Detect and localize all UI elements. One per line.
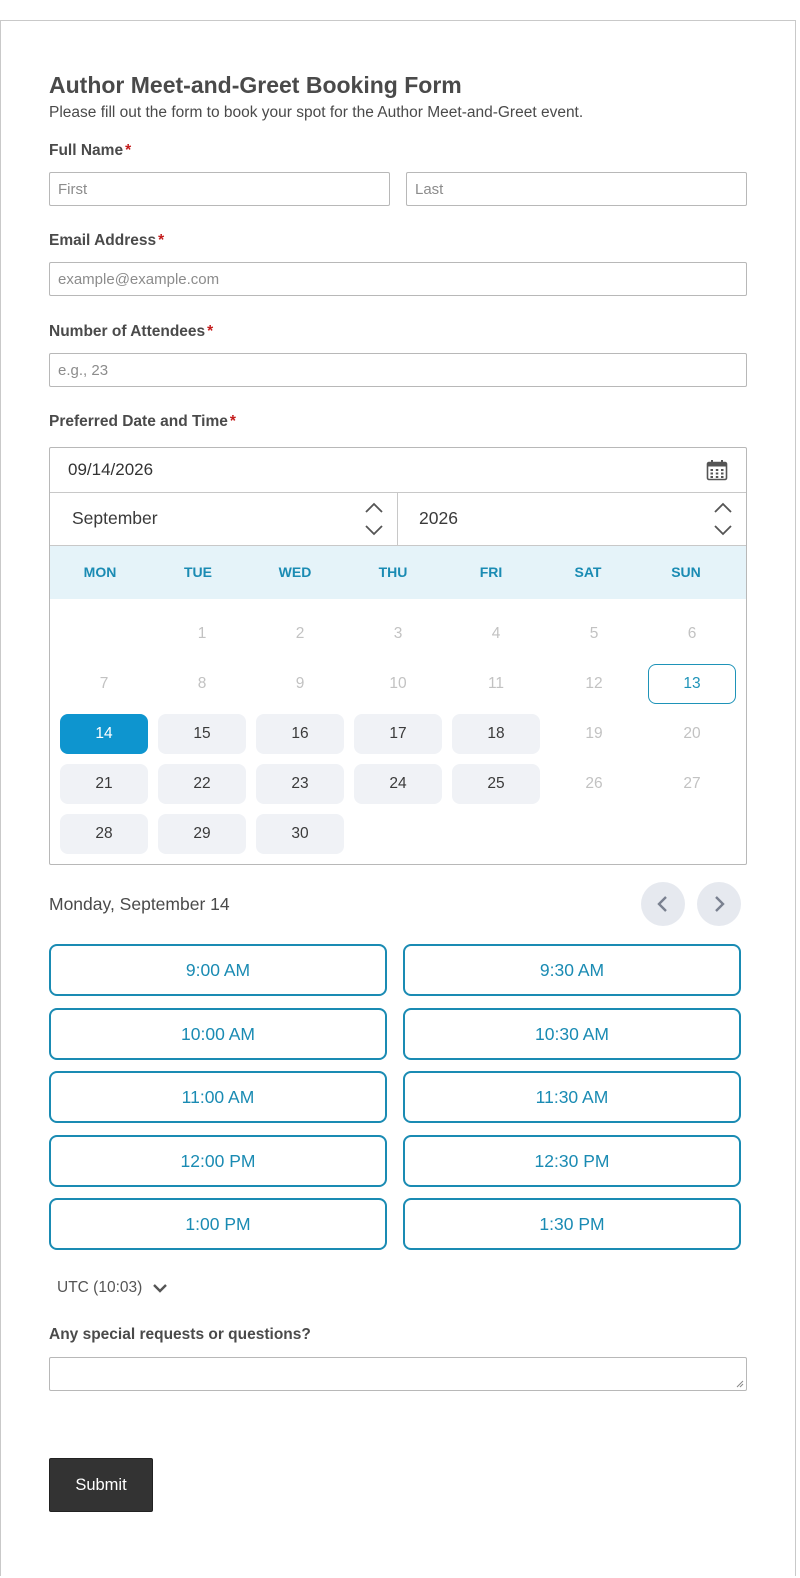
form-title: Author Meet-and-Greet Booking Form <box>49 72 462 98</box>
year-value: 2026 <box>419 508 458 528</box>
time-slot-button[interactable]: 1:00 PM <box>49 1198 387 1251</box>
required-marker: * <box>207 323 214 340</box>
time-slot-button[interactable]: 11:30 AM <box>403 1071 741 1124</box>
calendar-day-13[interactable]: 13 <box>648 664 736 704</box>
chevron-down-icon <box>153 1284 168 1293</box>
resize-grip-icon[interactable] <box>736 1380 744 1388</box>
last-name-input[interactable] <box>406 172 747 206</box>
timezone-value: UTC (10:03) <box>57 1279 143 1296</box>
calendar-day-23[interactable]: 23 <box>256 764 344 804</box>
calendar-icon[interactable] <box>706 459 728 481</box>
time-slot-button[interactable]: 1:30 PM <box>403 1198 741 1251</box>
weekday-label: WED <box>278 564 312 580</box>
calendar-day-15[interactable]: 15 <box>158 714 246 754</box>
calendar-day-22[interactable]: 22 <box>158 764 246 804</box>
chevron-left-icon <box>657 896 667 912</box>
timezone-select[interactable]: UTC (10:03) <box>57 1279 168 1297</box>
time-slot-button[interactable]: 12:30 PM <box>403 1134 741 1187</box>
date-picker: 09/14/2026 September 2026 MON TUE WED TH… <box>49 447 747 865</box>
special-requests-textarea[interactable] <box>49 1357 747 1391</box>
selected-date-heading: Monday, September 14 <box>49 894 230 914</box>
date-value: 09/14/2026 <box>68 460 154 479</box>
special-requests-label: Any special requests or questions? <box>49 1326 311 1343</box>
calendar-day-14[interactable]: 14 <box>60 714 148 754</box>
year-spinner-icon[interactable] <box>712 499 734 539</box>
previous-day-button[interactable] <box>641 882 685 926</box>
time-slot-button[interactable]: 12:00 PM <box>49 1134 387 1187</box>
calendar-day-24[interactable]: 24 <box>354 764 442 804</box>
weekday-label: SUN <box>671 564 701 580</box>
weekday-label: MON <box>83 564 117 580</box>
time-slot-button[interactable]: 10:00 AM <box>49 1007 387 1060</box>
calendar-day-9: 9 <box>295 675 305 692</box>
time-slot-button[interactable]: 11:00 AM <box>49 1071 387 1124</box>
month-select[interactable]: September <box>50 493 398 545</box>
required-marker: * <box>125 142 132 159</box>
next-day-button[interactable] <box>697 882 741 926</box>
calendar-day-7: 7 <box>99 675 109 692</box>
full-name-label: Full Name * <box>49 142 132 159</box>
calendar-day-2: 2 <box>295 625 305 642</box>
calendar-day-6: 6 <box>687 625 697 642</box>
weekday-label: FRI <box>479 564 503 580</box>
attendees-label: Number of Attendees * <box>49 323 214 340</box>
calendar-day-10: 10 <box>389 675 407 692</box>
month-year-selectors: September 2026 <box>50 493 746 546</box>
calendar-day-3: 3 <box>393 625 403 642</box>
time-slot-button[interactable]: 10:30 AM <box>403 1007 741 1060</box>
time-slot-button[interactable]: 9:30 AM <box>403 944 741 996</box>
calendar-day-29[interactable]: 29 <box>158 814 246 854</box>
weekday-label: TUE <box>184 564 212 580</box>
calendar-day-8: 8 <box>197 675 207 692</box>
calendar-day-12: 12 <box>585 675 603 692</box>
attendees-input[interactable] <box>49 353 747 387</box>
calendar-day-16[interactable]: 16 <box>256 714 344 754</box>
calendar-day-27: 27 <box>683 775 701 792</box>
time-slot-button[interactable]: 9:00 AM <box>49 944 387 996</box>
calendar-day-20: 20 <box>683 725 701 742</box>
weekday-header: MON TUE WED THU FRI SAT SUN <box>50 546 746 599</box>
calendar-day-21[interactable]: 21 <box>60 764 148 804</box>
required-marker: * <box>229 413 236 430</box>
calendar-day-5: 5 <box>589 625 599 642</box>
calendar-day-11: 11 <box>487 675 505 692</box>
year-select[interactable]: 2026 <box>398 493 746 545</box>
calendar-day-28[interactable]: 28 <box>60 814 148 854</box>
email-label: Email Address * <box>49 232 165 249</box>
date-input[interactable]: 09/14/2026 <box>50 448 746 493</box>
calendar-day-18[interactable]: 18 <box>452 714 540 754</box>
date-time-label: Preferred Date and Time * <box>49 413 236 430</box>
email-input[interactable] <box>49 262 747 296</box>
calendar-day-17[interactable]: 17 <box>354 714 442 754</box>
form-description: Please fill out the form to book your sp… <box>49 104 584 121</box>
weekday-label: THU <box>378 564 408 580</box>
calendar-day-4: 4 <box>491 625 501 642</box>
calendar-day-26: 26 <box>585 775 603 792</box>
chevron-right-icon <box>715 896 725 912</box>
first-name-input[interactable] <box>49 172 390 206</box>
calendar-day-30[interactable]: 30 <box>256 814 344 854</box>
month-spinner-icon[interactable] <box>363 499 385 539</box>
calendar-day-25[interactable]: 25 <box>452 764 540 804</box>
required-marker: * <box>158 232 165 249</box>
calendar-day-1: 1 <box>197 625 207 642</box>
submit-button[interactable]: Submit <box>49 1458 153 1512</box>
calendar-day-19: 19 <box>585 725 603 742</box>
month-value: September <box>72 508 158 528</box>
weekday-label: SAT <box>574 564 602 580</box>
